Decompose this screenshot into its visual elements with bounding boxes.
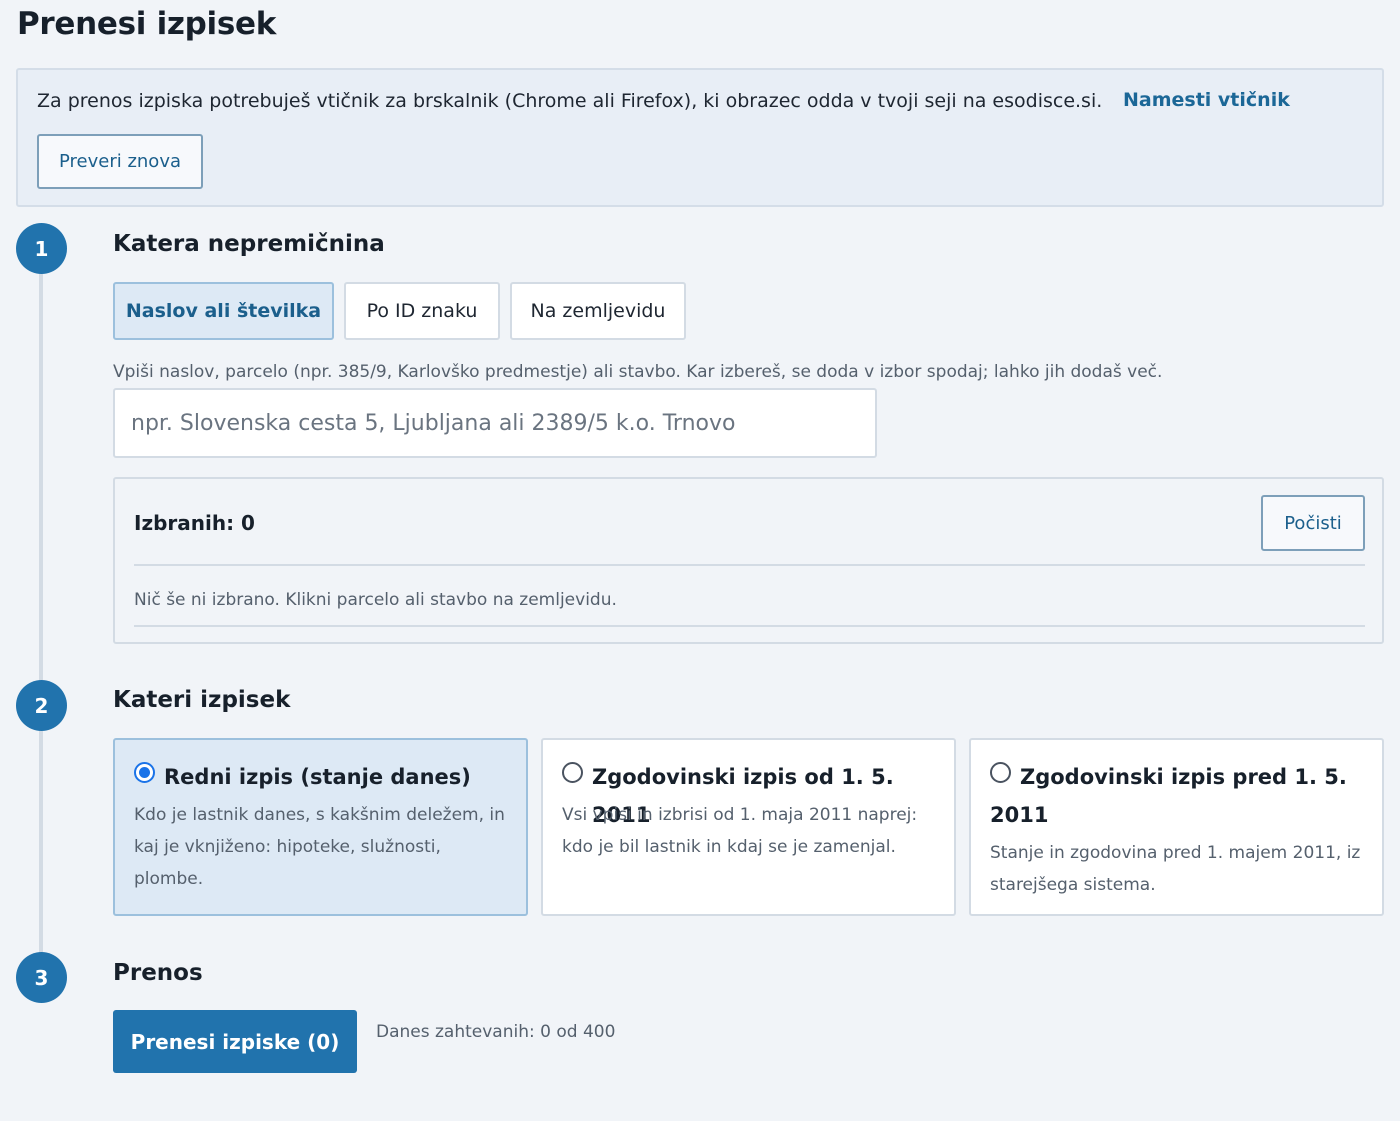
empty-selection-text: Nič še ni izbrano. Klikni parcelo ali st… [134, 590, 617, 610]
extension-notice: Za prenos izpiska potrebuješ vtičnik za … [16, 68, 1384, 207]
tab-by-id[interactable]: Po ID znaku [344, 282, 500, 340]
option-regular-extract[interactable]: Redni izpis (stanje danes) Kdo je lastni… [113, 738, 528, 916]
option-description: Kdo je lastnik danes, s kakšnim deležem,… [134, 805, 505, 889]
recheck-button[interactable]: Preveri znova [37, 134, 203, 189]
install-extension-link[interactable]: Namesti vtičnik [1123, 89, 1290, 111]
clear-button[interactable]: Počisti [1261, 495, 1365, 551]
download-extracts-button[interactable]: Prenesi izpiske (0) [113, 1010, 357, 1073]
search-hint: Vpiši naslov, parcelo (npr. 385/9, Karlo… [113, 362, 1163, 382]
step-1-badge: 1 [16, 223, 67, 274]
step-3-title: Prenos [113, 960, 203, 986]
divider [134, 625, 1365, 627]
tab-on-map[interactable]: Na zemljevidu [510, 282, 686, 340]
radio-regular[interactable] [134, 762, 155, 783]
notice-text: Za prenos izpiska potrebuješ vtičnik za … [37, 90, 1103, 112]
divider [134, 564, 1365, 566]
option-historical-since-2011[interactable]: Zgodovinski izpis od 1. 5. 2011 Vsi vpis… [541, 738, 956, 916]
step-2-title: Kateri izpisek [113, 687, 291, 713]
option-description: Stanje in zgodovina pred 1. majem 2011, … [990, 843, 1361, 895]
selection-panel: Izbranih: 0 Počisti Nič še ni izbrano. K… [113, 477, 1384, 644]
page-title: Prenesi izpisek [17, 6, 277, 42]
steps-timeline [39, 268, 43, 958]
option-description: Vsi vpisi in izbrisi od 1. maja 2011 nap… [562, 805, 918, 857]
option-title: Zgodovinski izpis pred 1. 5. 2011 [990, 765, 1347, 827]
step-3-badge: 3 [16, 952, 67, 1003]
tab-address-or-number[interactable]: Naslov ali številka [113, 282, 334, 340]
step-1-title: Katera nepremičnina [113, 231, 385, 257]
selected-count: Izbranih: 0 [134, 511, 255, 535]
option-historical-before-2011[interactable]: Zgodovinski izpis pred 1. 5. 2011 Stanje… [969, 738, 1384, 916]
step-2-badge: 2 [16, 680, 67, 731]
radio-historical-since[interactable] [562, 762, 583, 783]
option-title: Redni izpis (stanje danes) [164, 765, 471, 789]
daily-quota: Danes zahtevanih: 0 od 400 [376, 1022, 616, 1042]
search-input[interactable] [113, 388, 877, 458]
